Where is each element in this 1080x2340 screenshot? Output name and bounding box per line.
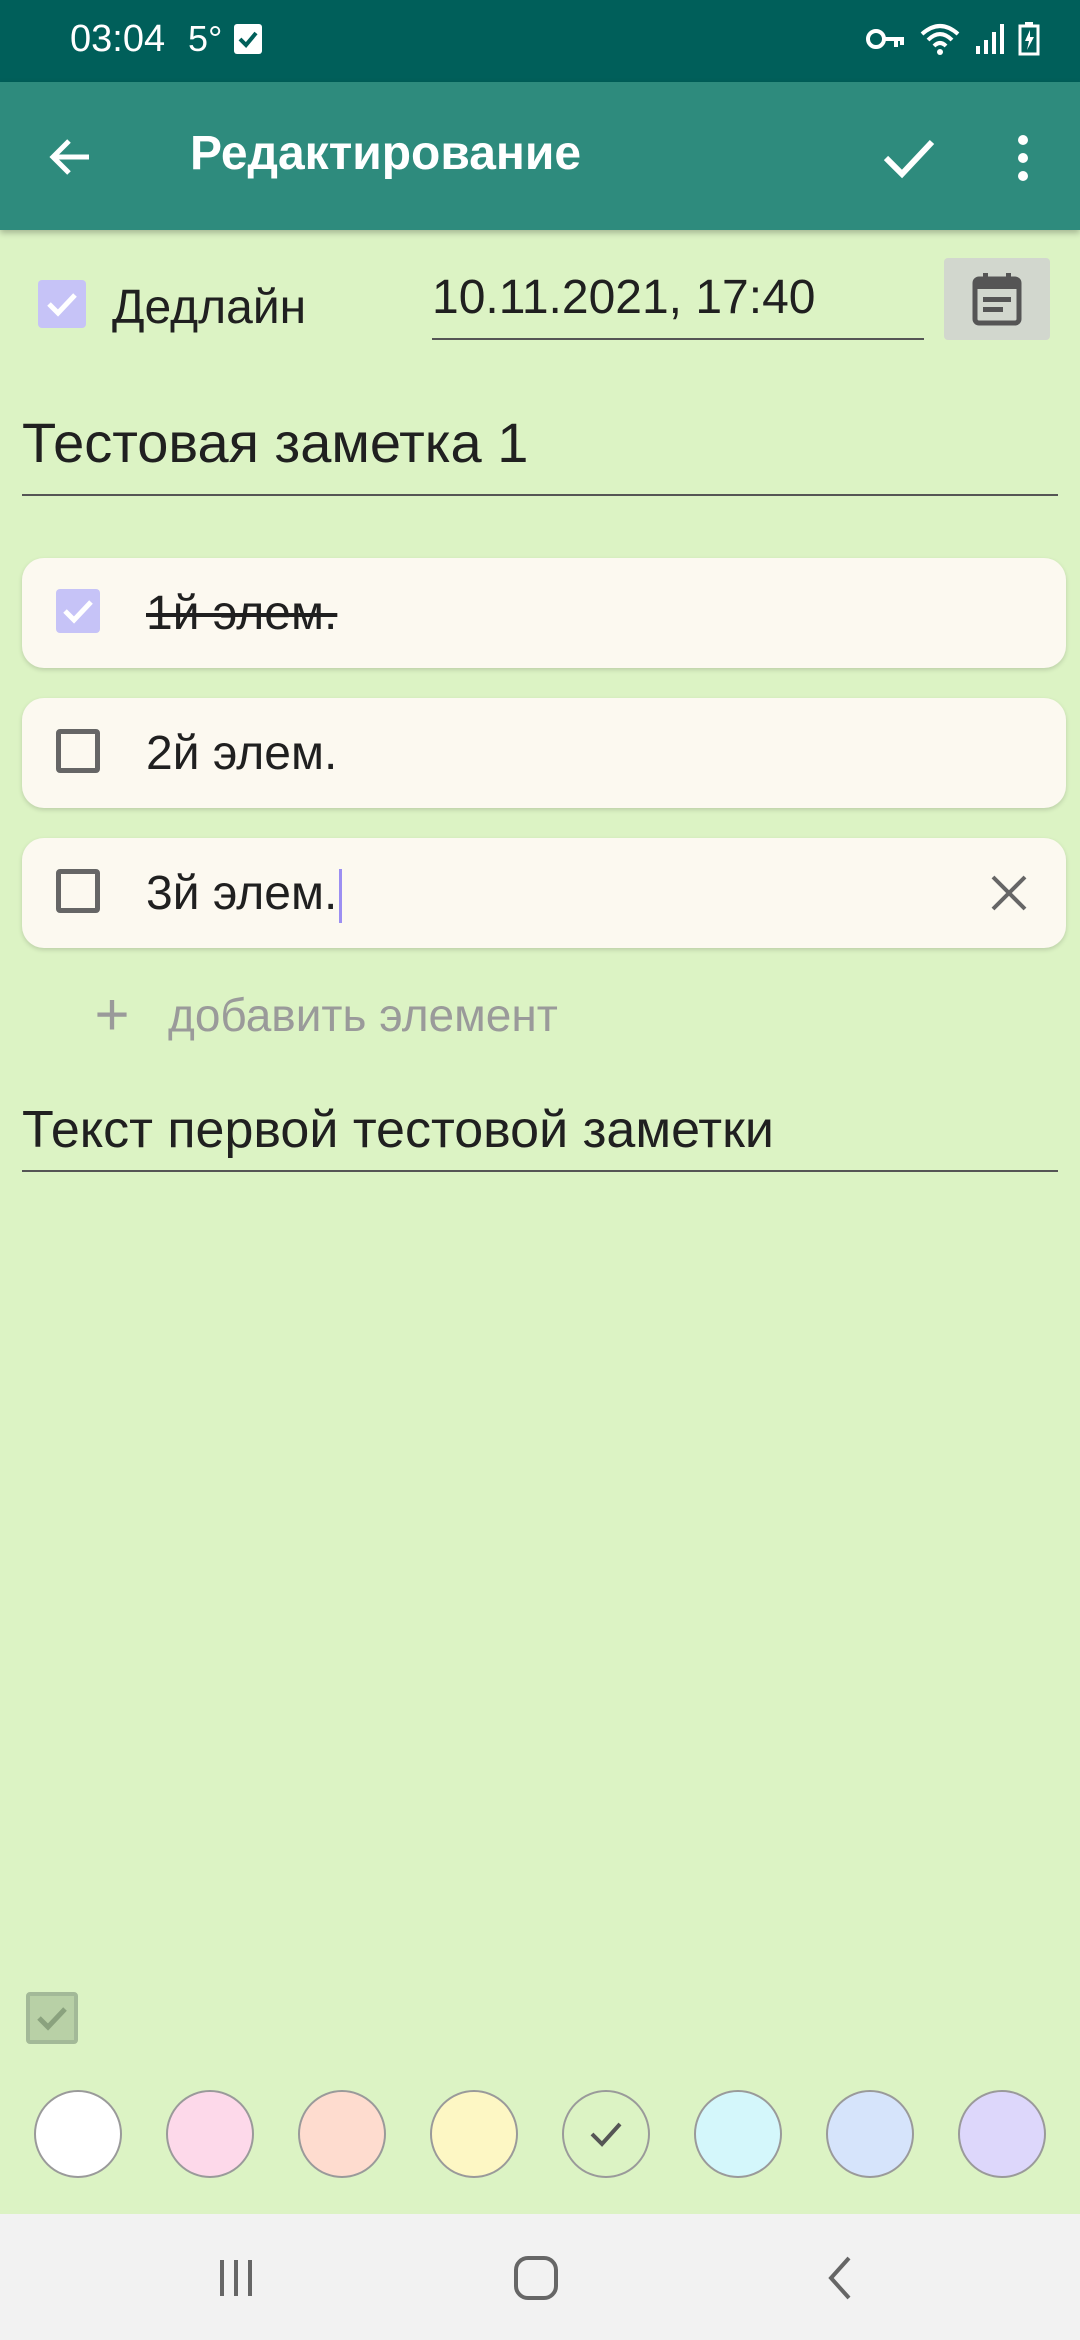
status-temperature: 5° [188, 18, 223, 59]
save-button[interactable] [868, 118, 948, 198]
item-text-value: 3й элем. [146, 867, 338, 920]
signal-icon [974, 24, 1004, 59]
more-vert-icon [1018, 135, 1028, 181]
plus-icon: + [94, 981, 130, 1048]
recent-apps-button[interactable] [196, 2248, 276, 2308]
more-options-button[interactable] [1000, 118, 1046, 198]
deadline-checkbox[interactable] [38, 280, 86, 328]
item-checkbox[interactable] [56, 869, 100, 913]
calendar-icon [972, 273, 1022, 326]
color-swatch-lavender[interactable] [958, 2090, 1046, 2178]
app-bar: Редактирование [0, 82, 1080, 230]
color-swatch-cyan[interactable] [694, 2090, 782, 2178]
checklist-item: 3й элем. [22, 838, 1066, 948]
status-time: 03:04 [70, 18, 166, 60]
back-arrow-icon [49, 139, 89, 175]
system-nav-bar [0, 2214, 1080, 2340]
item-checkbox[interactable] [56, 729, 100, 773]
item-checkbox[interactable] [56, 589, 100, 633]
color-swatch-white[interactable] [34, 2090, 122, 2178]
selected-check-icon [590, 2122, 622, 2147]
item-text-editing[interactable]: 3й элем. [146, 866, 343, 924]
item-text[interactable]: 2й элем. [146, 726, 337, 781]
item-text[interactable]: 1й элем. [146, 586, 337, 641]
color-swatch-pink[interactable] [166, 2090, 254, 2178]
color-swatch-peach[interactable] [298, 2090, 386, 2178]
chevron-left-icon [828, 2256, 851, 2300]
deadline-datetime-field[interactable]: 10.11.2021, 17:40 [432, 270, 924, 340]
checkbox-icon [37, 2007, 67, 2031]
wifi-icon [920, 22, 960, 61]
checklist-item: 1й элем. [22, 558, 1066, 668]
note-body-field[interactable]: Текст первой тестовой заметки [22, 1100, 1058, 1172]
add-item-button[interactable]: + добавить элемент [84, 981, 558, 1048]
color-swatch-blue[interactable] [826, 2090, 914, 2178]
home-button[interactable] [496, 2248, 576, 2308]
battery-icon [1018, 22, 1040, 61]
checklist-mode-toggle[interactable] [26, 1992, 78, 2044]
checklist-item: 2й элем. [22, 698, 1066, 808]
system-back-button[interactable] [800, 2248, 880, 2308]
text-cursor [339, 869, 343, 924]
home-icon [514, 2256, 558, 2300]
key-icon [866, 25, 906, 58]
recent-apps-icon [220, 2260, 252, 2296]
calendar-button[interactable] [944, 258, 1050, 340]
check-notification-icon [234, 24, 262, 54]
back-button[interactable] [34, 120, 108, 194]
status-icons [866, 22, 1040, 61]
check-icon [883, 139, 935, 179]
note-title-field[interactable]: Тестовая заметка 1 [22, 410, 1058, 496]
deadline-row: Дедлайн 10.11.2021, 17:40 [0, 258, 1080, 360]
add-item-label: добавить элемент [168, 989, 558, 1041]
remove-item-button[interactable] [980, 864, 1038, 922]
status-bar: 03:04 5° [0, 0, 1080, 82]
color-swatch-green-selected[interactable] [562, 2090, 650, 2178]
close-icon [991, 875, 1027, 911]
page-title: Редактирование [190, 127, 582, 180]
color-swatch-yellow[interactable] [430, 2090, 518, 2178]
deadline-label: Дедлайн [112, 281, 307, 334]
